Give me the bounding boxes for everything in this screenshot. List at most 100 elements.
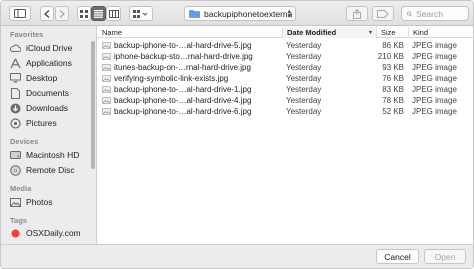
path-popup-label: backupiphonetoexternal — [204, 8, 292, 19]
file-size: 86 KB — [382, 41, 404, 50]
file-date: Yesterday — [286, 63, 322, 72]
file-date: Yesterday — [286, 107, 322, 116]
file-kind: JPEG image — [412, 96, 457, 105]
sidebar-item-label: Pictures — [26, 118, 57, 128]
open-file-dialog: backupiphonetoexternal ▴▾ Favorites — [0, 0, 474, 269]
sidebar-toggle-button[interactable] — [9, 6, 31, 21]
chevron-right-icon — [59, 9, 65, 18]
file-size: 93 KB — [382, 63, 404, 72]
sidebar-item-photos[interactable]: Photos — [10, 195, 94, 209]
jpeg-file-icon — [102, 108, 111, 115]
path-popup[interactable]: backupiphonetoexternal ▴ ▾ — [184, 6, 296, 21]
file-row[interactable]: verifying-symbolic-link-exists.jpg Yeste… — [98, 73, 473, 84]
file-row[interactable]: iphone-backup-sto…rnal-hard-drive.jpg Ye… — [98, 51, 473, 62]
hard-drive-icon — [10, 150, 21, 161]
file-date: Yesterday — [286, 41, 322, 50]
desktop-icon — [10, 73, 21, 84]
sidebar-toggle-icon — [14, 9, 26, 18]
sidebar-item-icloud-drive[interactable]: iCloud Drive — [10, 41, 94, 55]
sidebar-item-desktop[interactable]: Desktop — [10, 71, 94, 85]
column-view-button[interactable] — [106, 6, 121, 21]
search-field[interactable] — [401, 6, 469, 21]
file-row[interactable]: backup-iphone-to-…al-hard-drive-4.jpg Ye… — [98, 95, 473, 106]
file-kind: JPEG image — [412, 85, 457, 94]
forward-button[interactable] — [55, 6, 69, 21]
file-size: 83 KB — [382, 85, 404, 94]
column-header-label: Date Modified — [287, 28, 337, 37]
sidebar-item-pictures[interactable]: Pictures — [10, 116, 94, 130]
sidebar-item-label: OSXDaily.com — [26, 228, 81, 238]
column-header-size[interactable]: Size — [376, 27, 408, 38]
sidebar-item-label: Applications — [26, 58, 72, 68]
file-name: itunes-backup-on-…rnal-hard-drive.jpg — [114, 63, 251, 72]
file-list: Name Date Modified ▾ Size Kind backup-ip… — [98, 26, 473, 244]
sidebar-item-documents[interactable]: Documents — [10, 86, 94, 100]
file-date: Yesterday — [286, 96, 322, 105]
column-header-date-modified[interactable]: Date Modified ▾ — [282, 27, 376, 38]
file-name: verifying-symbolic-link-exists.jpg — [114, 74, 229, 83]
file-date: Yesterday — [286, 52, 322, 61]
chevron-left-icon — [44, 9, 50, 18]
file-size: 76 KB — [382, 74, 404, 83]
file-kind: JPEG image — [412, 63, 457, 72]
column-header-name[interactable]: Name — [98, 27, 282, 38]
tags-button[interactable] — [372, 6, 394, 21]
file-size: 210 KB — [377, 52, 404, 61]
file-row[interactable]: itunes-backup-on-…rnal-hard-drive.jpg Ye… — [98, 62, 473, 73]
sidebar: Favorites iCloud Drive Applications Desk… — [1, 26, 97, 244]
sidebar-scrollbar[interactable] — [91, 41, 95, 169]
file-name: iphone-backup-sto…rnal-hard-drive.jpg — [114, 52, 253, 61]
list-icon — [94, 9, 103, 18]
toolbar: backupiphonetoexternal ▴ ▾ — [1, 1, 473, 26]
sidebar-item-remote-disc[interactable]: Remote Disc — [10, 163, 94, 177]
sidebar-section-favorites: Favorites — [10, 30, 44, 39]
file-name: backup-iphone-to-…al-hard-drive-1.jpg — [114, 85, 252, 94]
file-size: 52 KB — [382, 107, 404, 116]
sidebar-section-media: Media — [10, 184, 32, 193]
documents-icon — [10, 87, 21, 99]
arrange-grid-icon — [133, 9, 148, 18]
jpeg-file-icon — [102, 75, 111, 82]
list-view-button[interactable] — [91, 6, 106, 21]
sidebar-item-label: Remote Disc — [26, 165, 75, 175]
sidebar-section-devices: Devices — [10, 137, 39, 146]
file-name: backup-iphone-to-…al-hard-drive-6.jpg — [114, 107, 252, 116]
cancel-button[interactable]: Cancel — [376, 249, 419, 264]
sidebar-item-label: Documents — [26, 88, 69, 98]
columns-icon — [108, 9, 119, 18]
icon-view-button[interactable] — [77, 6, 91, 21]
arrange-button[interactable] — [129, 6, 153, 21]
downloads-icon — [10, 103, 21, 114]
share-icon — [353, 8, 361, 19]
file-name: backup-iphone-to-…al-hard-drive-4.jpg — [114, 96, 252, 105]
file-row[interactable]: backup-iphone-to-…al-hard-drive-5.jpg Ye… — [98, 40, 473, 51]
sidebar-item-label: iCloud Drive — [26, 43, 73, 53]
file-name: backup-iphone-to-…al-hard-drive-5.jpg — [114, 41, 252, 50]
file-row[interactable]: backup-iphone-to-…al-hard-drive-1.jpg Ye… — [98, 84, 473, 95]
file-size: 78 KB — [382, 96, 404, 105]
file-row[interactable]: backup-iphone-to-…al-hard-drive-6.jpg Ye… — [98, 106, 473, 117]
column-header-kind[interactable]: Kind — [408, 27, 473, 38]
jpeg-file-icon — [102, 64, 111, 71]
red-tag-icon — [10, 228, 21, 239]
tag-icon — [377, 9, 389, 18]
file-date: Yesterday — [286, 74, 322, 83]
file-date: Yesterday — [286, 85, 322, 94]
photos-icon — [10, 197, 21, 208]
disc-icon — [10, 164, 21, 176]
dialog-button-bar: Cancel Open — [1, 244, 473, 268]
search-input[interactable] — [416, 8, 468, 19]
sidebar-item-downloads[interactable]: Downloads — [10, 101, 94, 115]
share-button[interactable] — [346, 6, 368, 21]
back-button[interactable] — [40, 6, 54, 21]
open-button[interactable]: Open — [424, 249, 466, 264]
sidebar-item-macintosh-hd[interactable]: Macintosh HD — [10, 148, 94, 162]
grid-icon — [80, 9, 88, 18]
sort-descending-icon: ▾ — [368, 30, 372, 36]
sidebar-item-applications[interactable]: Applications — [10, 56, 94, 70]
folder-icon — [189, 10, 200, 18]
file-kind: JPEG image — [412, 41, 457, 50]
cloud-icon — [10, 43, 21, 54]
sidebar-item-osxdaily-tag[interactable]: OSXDaily.com — [10, 226, 94, 240]
sidebar-section-tags: Tags — [10, 216, 27, 225]
